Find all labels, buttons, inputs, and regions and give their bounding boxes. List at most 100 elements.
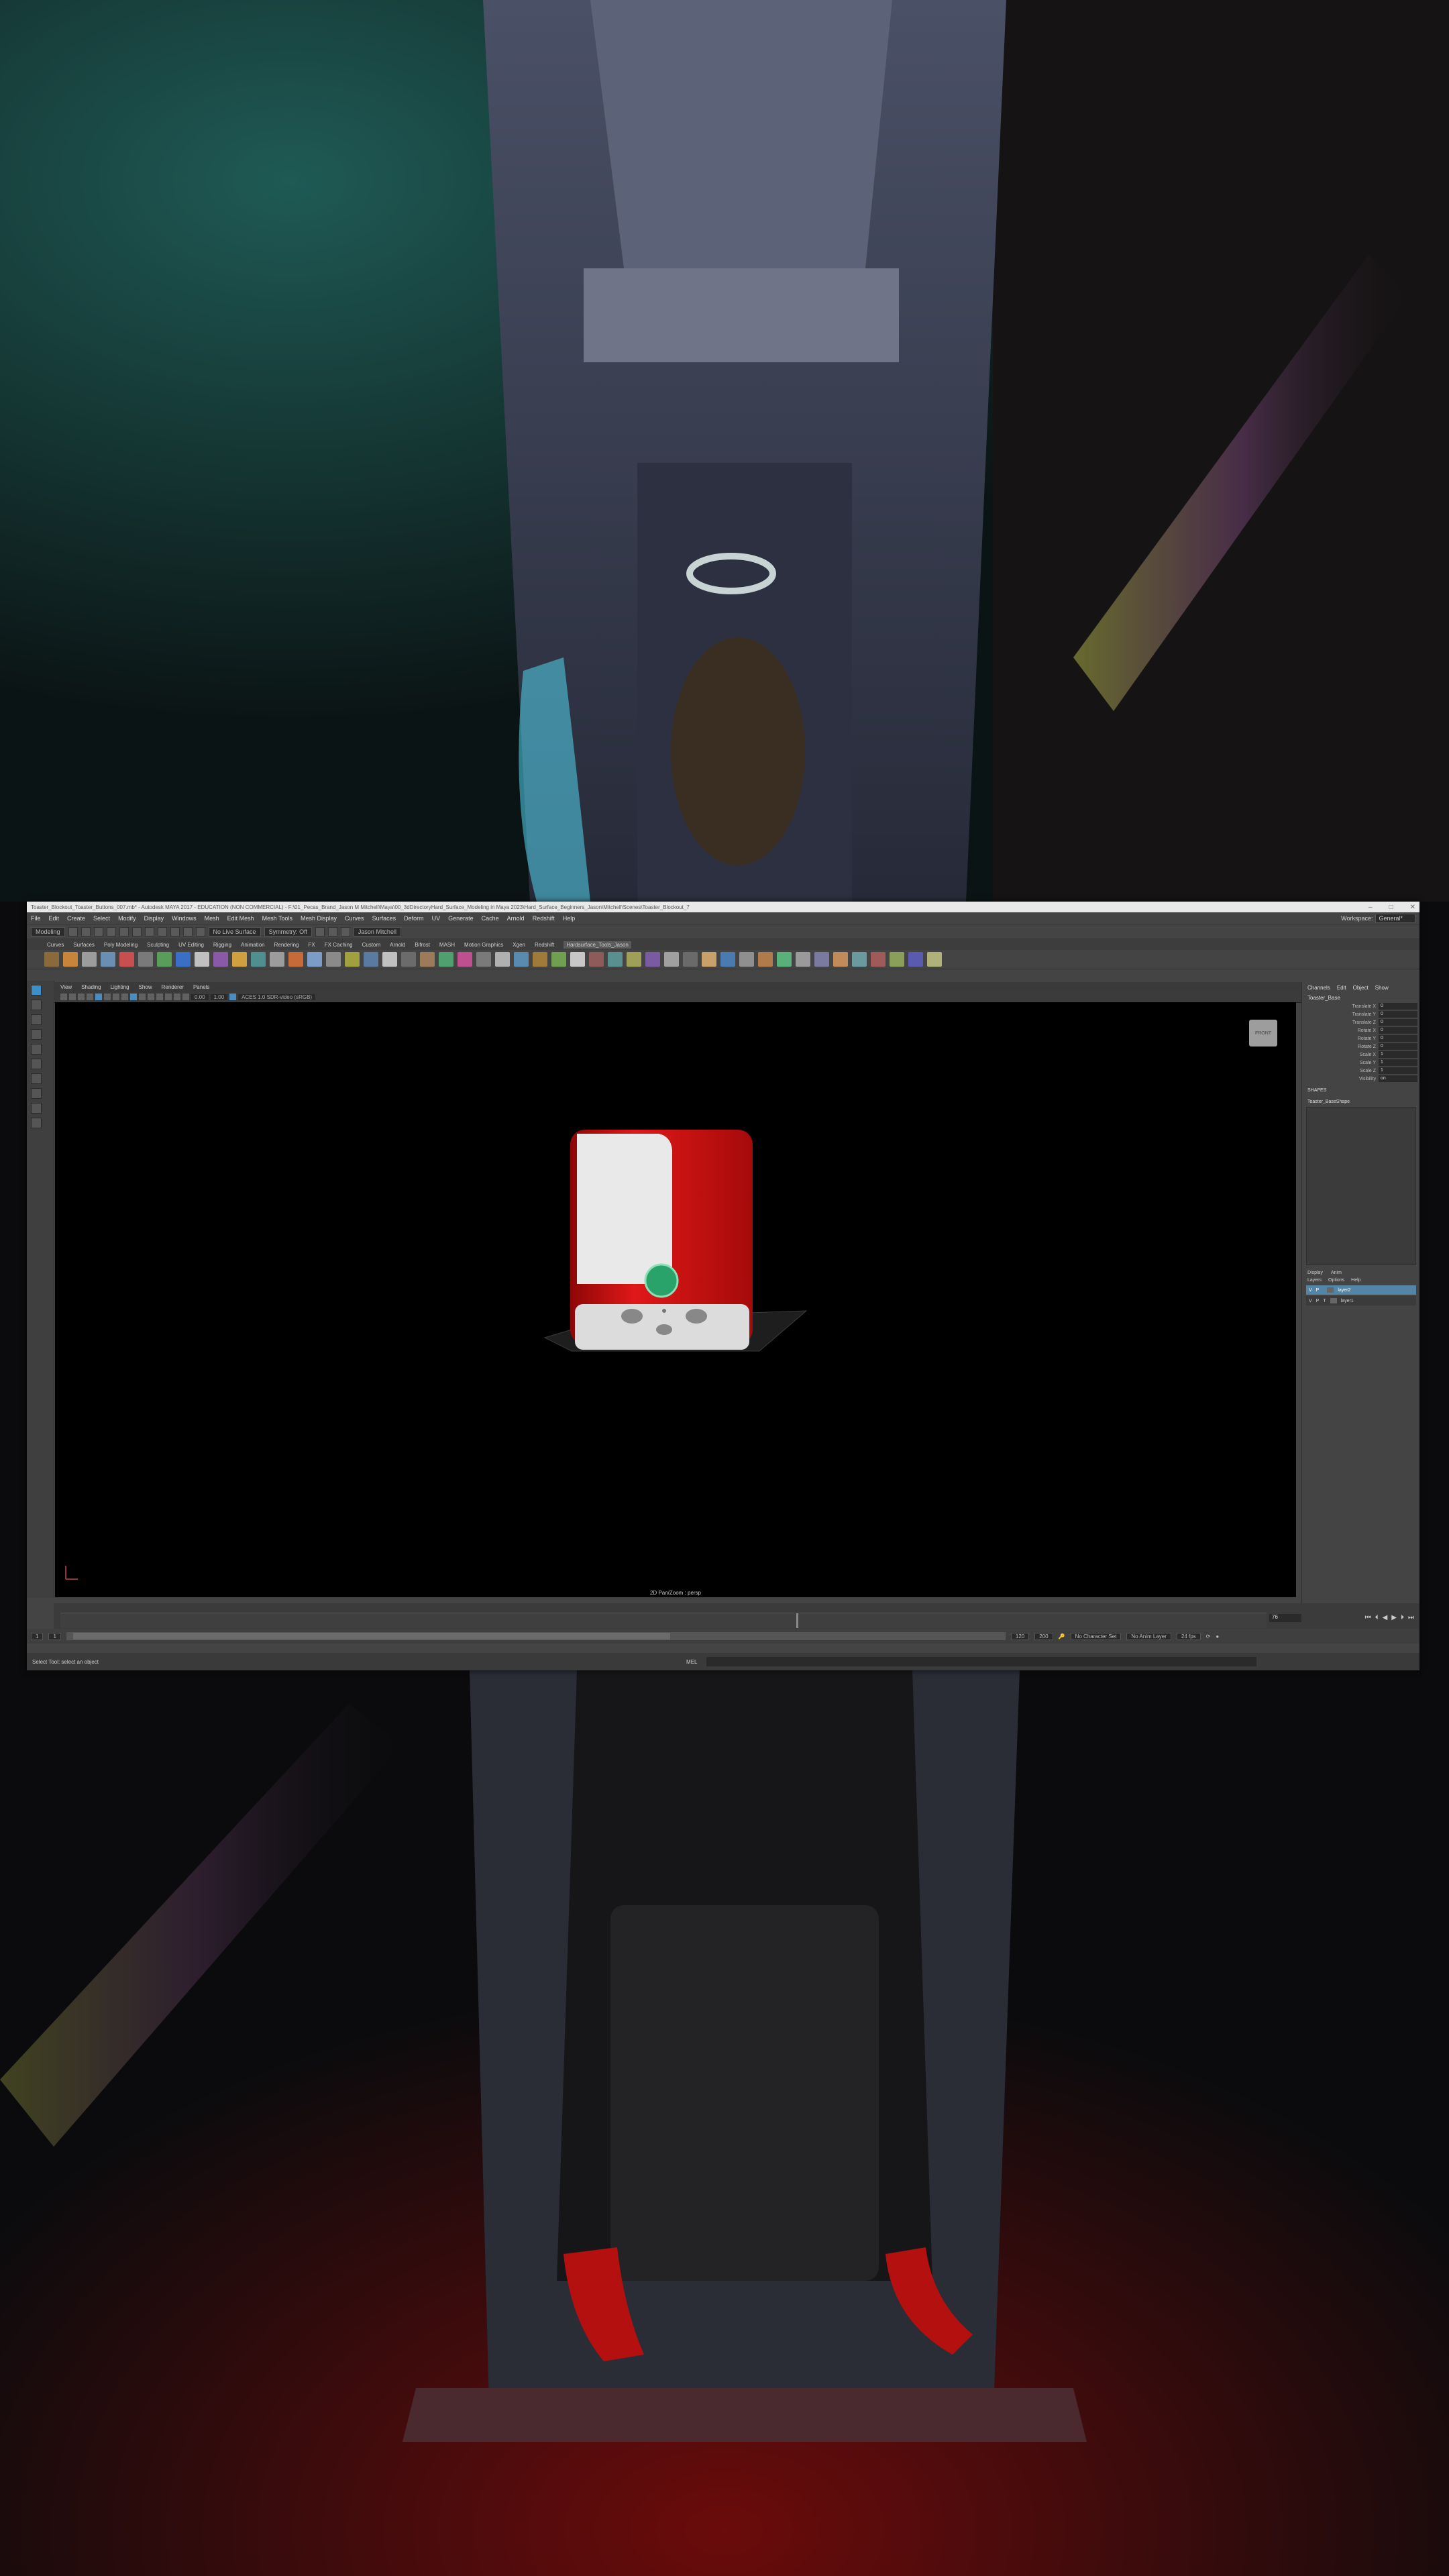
- scale-tool-icon[interactable]: [31, 1059, 42, 1069]
- grid-icon[interactable]: [95, 994, 102, 1000]
- shelf-tool-icon[interactable]: [288, 952, 303, 967]
- user-account[interactable]: Jason Mitchell: [353, 927, 401, 936]
- shelf-tool-icon[interactable]: [683, 952, 698, 967]
- menu-select[interactable]: Select: [93, 915, 110, 922]
- menu-surfaces[interactable]: Surfaces: [372, 915, 396, 922]
- menu-uv[interactable]: UV: [432, 915, 441, 922]
- play-forwards-icon[interactable]: ▶: [1391, 1614, 1397, 1621]
- xray-icon[interactable]: [182, 994, 189, 1000]
- attr-value[interactable]: 0: [1379, 1011, 1417, 1018]
- attr-value[interactable]: 0: [1379, 1035, 1417, 1042]
- camera-select-icon[interactable]: [60, 994, 67, 1000]
- undo-icon[interactable]: [106, 927, 116, 936]
- time-slider[interactable]: 76 ⏮ ⏴ ◀ ▶ ⏵ ⏭: [54, 1603, 1419, 1629]
- persp-outliner-icon[interactable]: [31, 1103, 42, 1114]
- tab-channels[interactable]: Channels: [1307, 985, 1330, 991]
- single-view-icon[interactable]: [31, 1073, 42, 1084]
- tab-surfaces[interactable]: Surfaces: [73, 942, 95, 948]
- shelf-tool-icon[interactable]: [777, 952, 792, 967]
- tab-sculpting[interactable]: Sculpting: [147, 942, 169, 948]
- new-scene-icon[interactable]: [68, 927, 78, 936]
- close-icon[interactable]: ✕: [1410, 904, 1415, 911]
- layer-menu-layers[interactable]: Layers: [1307, 1278, 1322, 1283]
- tab-custom[interactable]: Custom: [362, 942, 381, 948]
- shelf-tool-icon[interactable]: [157, 952, 172, 967]
- attr-value[interactable]: on: [1379, 1075, 1417, 1082]
- loop-icon[interactable]: ⟳: [1206, 1633, 1211, 1640]
- layer-menu-help[interactable]: Help: [1351, 1278, 1360, 1283]
- live-surface-field[interactable]: No Live Surface: [208, 927, 261, 936]
- open-scene-icon[interactable]: [80, 927, 91, 936]
- shelf-tool-icon[interactable]: [702, 952, 716, 967]
- ambient-occlusion-icon[interactable]: [165, 994, 172, 1000]
- shelf-tool-icon[interactable]: [908, 952, 923, 967]
- end-frame-field[interactable]: 200: [1034, 1632, 1053, 1640]
- textured-icon[interactable]: [139, 994, 146, 1000]
- toaster-model[interactable]: [55, 1002, 1296, 1597]
- menu-mesh-display[interactable]: Mesh Display: [301, 915, 337, 922]
- shelf-tool-icon[interactable]: [458, 952, 472, 967]
- paint-select-icon[interactable]: [31, 1014, 42, 1025]
- tab-fx-caching[interactable]: FX Caching: [325, 942, 353, 948]
- panel-menu-view[interactable]: View: [60, 984, 72, 990]
- tab-edit[interactable]: Edit: [1337, 985, 1346, 991]
- exposure-field[interactable]: 1.00: [210, 994, 228, 1000]
- toaster-dial[interactable]: [644, 1263, 679, 1298]
- character-set-dropdown[interactable]: No Character Set: [1070, 1632, 1122, 1640]
- shelf-tool-icon[interactable]: [176, 952, 191, 967]
- move-tool-icon[interactable]: [31, 1029, 42, 1040]
- rotate-tool-icon[interactable]: [31, 1044, 42, 1055]
- shelf-tool-icon[interactable]: [213, 952, 228, 967]
- four-view-icon[interactable]: [31, 1088, 42, 1099]
- layer-color-swatch[interactable]: [1327, 1287, 1334, 1293]
- attr-value[interactable]: 1: [1379, 1059, 1417, 1066]
- command-input[interactable]: [706, 1657, 1257, 1666]
- layer-playback-toggle[interactable]: P: [1316, 1288, 1320, 1293]
- smooth-shade-icon[interactable]: [130, 994, 137, 1000]
- range-start-field[interactable]: 1: [48, 1632, 61, 1640]
- tab-uv-editing[interactable]: UV Editing: [178, 942, 204, 948]
- shelf-tool-icon[interactable]: [645, 952, 660, 967]
- tab-anim-layers[interactable]: Anim: [1331, 1271, 1342, 1275]
- toaster-button-left[interactable]: [621, 1309, 643, 1324]
- layer-visibility-toggle[interactable]: V: [1309, 1288, 1312, 1293]
- menu-mesh[interactable]: Mesh: [205, 915, 219, 922]
- maximize-icon[interactable]: □: [1389, 904, 1393, 911]
- colorspace-dropdown[interactable]: ACES 1.0 SDR-video (sRGB): [238, 994, 316, 1000]
- view-cube[interactable]: FRONT: [1249, 1020, 1277, 1046]
- panel-menu-shading[interactable]: Shading: [81, 984, 101, 990]
- shelf-tool-icon[interactable]: [589, 952, 604, 967]
- layer-color-swatch[interactable]: [1330, 1298, 1337, 1303]
- shelf-tool-icon[interactable]: [101, 952, 115, 967]
- shelf-tool-icon[interactable]: [495, 952, 510, 967]
- go-to-start-icon[interactable]: ⏮: [1365, 1614, 1371, 1621]
- play-backwards-icon[interactable]: ◀: [1383, 1614, 1388, 1621]
- wireframe-icon[interactable]: [121, 994, 128, 1000]
- attr-value[interactable]: 0: [1379, 1043, 1417, 1050]
- key-icon[interactable]: 🔑: [1059, 1633, 1065, 1640]
- tab-show[interactable]: Show: [1375, 985, 1389, 991]
- menu-cache[interactable]: Cache: [482, 915, 499, 922]
- toaster-front-panel[interactable]: [577, 1134, 672, 1284]
- menu-edit-mesh[interactable]: Edit Mesh: [227, 915, 254, 922]
- tab-poly-modeling[interactable]: Poly Modeling: [104, 942, 138, 948]
- camera-attributes-icon[interactable]: [69, 994, 76, 1000]
- select-component-icon[interactable]: [157, 927, 167, 936]
- shelf-tool-icon[interactable]: [63, 952, 78, 967]
- tab-motion-graphics[interactable]: Motion Graphics: [464, 942, 503, 948]
- layer-menu-options[interactable]: Options: [1328, 1278, 1344, 1283]
- shelf-tool-icon[interactable]: [364, 952, 378, 967]
- shelf-tool-icon[interactable]: [232, 952, 247, 967]
- shelf-tool-icon[interactable]: [533, 952, 547, 967]
- tab-object[interactable]: Object: [1353, 985, 1368, 991]
- menu-generate[interactable]: Generate: [448, 915, 474, 922]
- shape-node-name[interactable]: Toaster_BaseShape: [1302, 1098, 1419, 1106]
- color-management-icon[interactable]: [229, 994, 237, 1000]
- menu-mesh-tools[interactable]: Mesh Tools: [262, 915, 292, 922]
- shelf-tool-icon[interactable]: [927, 952, 942, 967]
- shelf-tool-icon[interactable]: [439, 952, 453, 967]
- shelf-tool-icon[interactable]: [476, 952, 491, 967]
- menu-modify[interactable]: Modify: [118, 915, 136, 922]
- shelf-tool-icon[interactable]: [514, 952, 529, 967]
- shelf-tool-icon[interactable]: [833, 952, 848, 967]
